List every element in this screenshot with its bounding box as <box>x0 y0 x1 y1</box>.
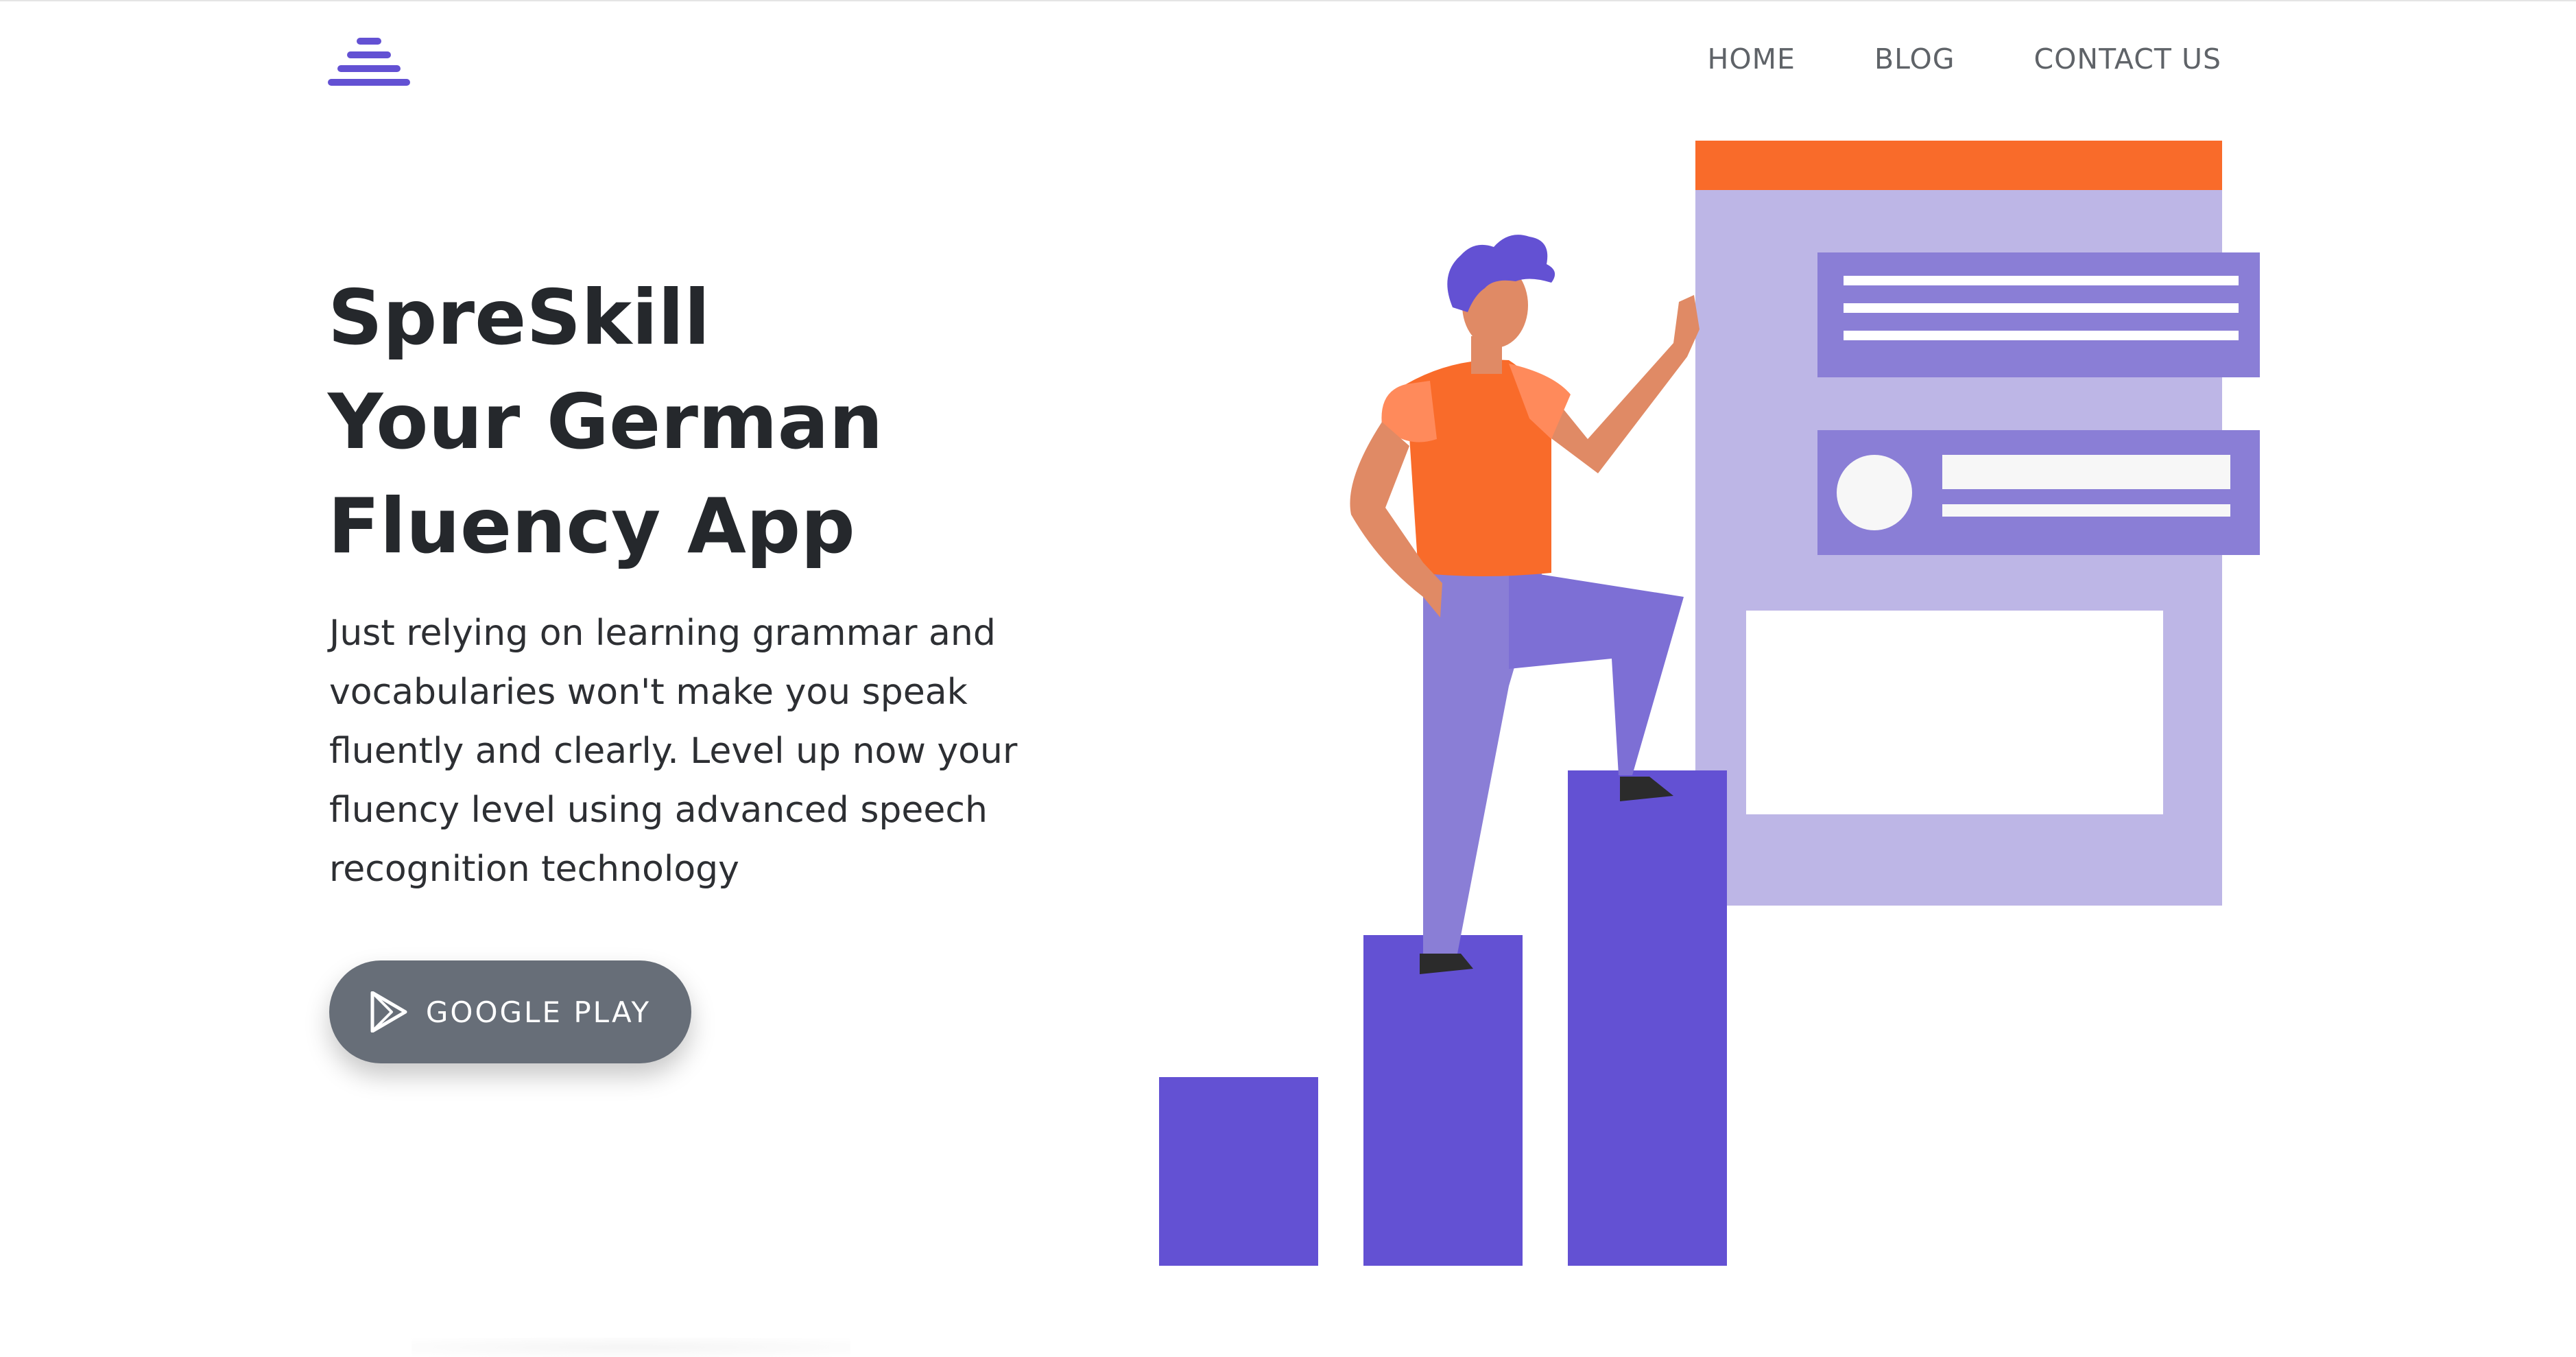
content-box <box>1746 611 2163 814</box>
hero-title-line-1: SpreSkill <box>328 274 711 362</box>
hero-title-line-3: Fluency App <box>328 482 855 571</box>
nav-home-link[interactable]: HOME <box>1708 43 1796 75</box>
play-store-icon <box>370 991 407 1032</box>
hero-description: Just relying on learning grammar and voc… <box>329 613 1018 890</box>
main-nav: HOME BLOG CONTACT US <box>1708 43 2221 75</box>
hero-title-line-2: Your German <box>328 378 883 467</box>
google-play-button[interactable]: GOOGLE PLAY <box>329 960 691 1063</box>
person-figure-graphic <box>1350 235 1700 974</box>
profile-card <box>1817 430 2260 555</box>
nav-contact-link[interactable]: CONTACT US <box>2034 43 2222 75</box>
window-title-bar <box>1695 141 2222 190</box>
top-divider <box>0 0 2576 1</box>
google-play-label: GOOGLE PLAY <box>425 995 652 1029</box>
growth-bars-graphic <box>1159 770 1727 1266</box>
hero-title: SpreSkill Your German Fluency App <box>328 266 883 579</box>
logo-icon[interactable] <box>328 38 410 93</box>
bottom-fade <box>412 1338 850 1357</box>
text-card <box>1817 252 2260 377</box>
app-window-graphic <box>1695 141 2260 906</box>
avatar-circle-graphic <box>1837 455 1912 530</box>
nav-blog-link[interactable]: BLOG <box>1874 43 1955 75</box>
